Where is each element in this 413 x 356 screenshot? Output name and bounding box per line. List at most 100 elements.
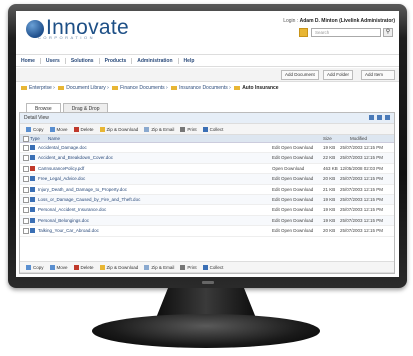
nav-help[interactable]: Help	[179, 58, 200, 64]
zip-email-button[interactable]: Zip & Email	[144, 264, 175, 270]
collect-button[interactable]: Collect	[202, 126, 223, 132]
file-size: 19 KB	[323, 207, 336, 213]
search-button[interactable]: ⚲	[383, 28, 393, 37]
row-checkbox[interactable]	[23, 196, 29, 203]
file-name[interactable]: Injury_Death_and_Damage_to_Property.doc	[38, 185, 127, 194]
zip-email-label: Zip & Email	[151, 264, 175, 270]
breadcrumb-insurance-documents[interactable]: Insurance Documents	[179, 85, 228, 91]
row-checkbox[interactable]	[23, 145, 29, 151]
file-actions[interactable]: Edit Open Download	[272, 195, 313, 204]
print-button[interactable]: Print	[180, 126, 197, 132]
file-name[interactable]: CarInsurancePolicy.pdf	[38, 164, 84, 173]
file-name[interactable]: Accident_and_Breakdown_Cover.doc	[38, 153, 113, 162]
file-actions[interactable]: Edit Open Download	[272, 153, 313, 162]
breadcrumb-enterprise[interactable]: Enterprise	[29, 85, 52, 91]
file-actions[interactable]: Edit Open Download	[272, 143, 313, 152]
file-name[interactable]: Personal_Accident_Insurance.doc	[38, 205, 106, 214]
col-type[interactable]: Type	[30, 135, 40, 142]
table-row[interactable]: Accidental_Damage.doc Edit Open Download 1…	[20, 143, 394, 154]
row-checkbox[interactable]	[23, 155, 29, 162]
move-icon	[49, 126, 55, 132]
file-name[interactable]: Free_Legal_Advice.doc	[38, 174, 85, 183]
table-row[interactable]: Talking_Your_Car_Abroad.doc Edit Open Dow…	[20, 226, 394, 237]
breadcrumb-document-library[interactable]: Document Library	[66, 85, 105, 91]
file-name[interactable]: Accidental_Damage.doc	[38, 143, 87, 152]
table-row[interactable]: Personal_Accident_Insurance.doc Edit Open…	[20, 205, 394, 216]
file-name[interactable]: Loss_or_Damage_Caused_by_Fire_and_Theft.…	[38, 195, 140, 204]
file-name[interactable]: Talking_Your_Car_Abroad.doc	[38, 226, 99, 235]
word-file-icon	[30, 186, 35, 192]
file-size: 463 KB	[323, 165, 338, 171]
delete-label: Delete	[80, 264, 94, 270]
row-checkbox[interactable]	[23, 186, 29, 193]
copy-label: Copy	[33, 264, 44, 270]
add-item-select[interactable]: Add Item	[361, 70, 395, 80]
folder-icon	[171, 85, 178, 90]
zip-download-button[interactable]: Zip & Download	[99, 264, 138, 270]
table-row[interactable]: CarInsurancePolicy.pdf Open Download 463 K…	[20, 164, 394, 175]
row-checkbox[interactable]	[23, 165, 29, 172]
breadcrumb-finance-documents[interactable]: Finance Documents	[120, 85, 164, 91]
table-row[interactable]: Accident_and_Breakdown_Cover.doc Edit Ope…	[20, 153, 394, 164]
table-row[interactable]: Free_Legal_Advice.doc Edit Open Download 2…	[20, 174, 394, 185]
copy-button[interactable]: Copy	[26, 126, 44, 132]
monitor-brand-badge	[202, 281, 214, 284]
login-user[interactable]: Adam D. Minton (Livelink Administrator)	[300, 18, 395, 24]
add-folder-button[interactable]: Add Folder	[323, 70, 354, 80]
nav-users[interactable]: Users	[41, 57, 66, 64]
panel-header: Detail View	[20, 113, 394, 123]
search-input[interactable]: Search	[311, 28, 381, 37]
row-checkbox[interactable]	[23, 217, 29, 224]
delete-label: Delete	[80, 126, 94, 132]
word-file-icon	[30, 145, 35, 150]
file-size: 21 KB	[323, 186, 336, 192]
table-row[interactable]: Injury_Death_and_Damage_to_Property.doc E…	[20, 185, 394, 195]
word-file-icon	[30, 176, 35, 182]
print-button[interactable]: Print	[180, 264, 197, 270]
file-actions[interactable]: Edit Open Download	[272, 216, 313, 225]
zip-download-button[interactable]: Zip & Download	[99, 126, 138, 132]
delete-button[interactable]: Delete	[73, 126, 94, 132]
move-button[interactable]: Move	[49, 264, 68, 270]
zip-email-button[interactable]: Zip & Email	[144, 126, 174, 132]
copy-button[interactable]: Copy	[26, 264, 44, 270]
col-size[interactable]: Size	[323, 135, 332, 142]
thumb-view-icon[interactable]	[385, 115, 390, 120]
table-row[interactable]: Personal_Belongings.doc Edit Open Downloa…	[20, 215, 394, 227]
move-button[interactable]: Move	[49, 126, 68, 132]
nav-products[interactable]: Products	[100, 57, 133, 64]
delete-button[interactable]: Delete	[73, 264, 94, 270]
nav-solutions[interactable]: Solutions	[66, 57, 100, 64]
email-icon	[144, 126, 150, 132]
nav-administration[interactable]: Administration	[132, 57, 179, 64]
action-bar: Copy Move Delete Zip & Download Zip & Em…	[20, 123, 394, 135]
file-size: 19 KB	[323, 217, 336, 223]
file-modified: 25/07/2003 12:15 PM	[340, 228, 384, 234]
table-row[interactable]: Loss_or_Damage_Caused_by_Fire_and_Theft.…	[20, 194, 394, 206]
collect-button[interactable]: Collect	[202, 264, 223, 270]
col-name[interactable]: Name	[48, 135, 60, 142]
list-view-icon[interactable]	[369, 115, 374, 120]
row-checkbox[interactable]	[23, 207, 29, 214]
row-checkbox[interactable]	[23, 176, 29, 183]
file-actions[interactable]: Edit Open Download	[272, 226, 313, 235]
file-actions[interactable]: Edit Open Download	[272, 185, 313, 194]
search-scope-icon[interactable]	[299, 28, 308, 37]
copy-label: Copy	[33, 126, 44, 132]
logo-subtitle: CORPORATION	[38, 35, 95, 40]
add-document-button[interactable]: Add Document	[281, 70, 319, 80]
select-all-checkbox[interactable]	[23, 136, 29, 142]
nav-home[interactable]: Home	[16, 57, 41, 64]
view-switcher	[366, 115, 390, 120]
login-prefix: Login :	[283, 18, 299, 24]
file-name[interactable]: Personal_Belongings.doc	[38, 216, 89, 225]
collect-icon	[202, 264, 208, 270]
col-modified[interactable]: Modified	[350, 135, 367, 142]
grid-view-icon[interactable]	[377, 115, 382, 120]
row-checkbox[interactable]	[23, 228, 29, 235]
file-actions[interactable]: Edit Open Download	[272, 205, 313, 214]
file-actions[interactable]: Edit Open Download	[272, 174, 313, 183]
file-size: 22 KB	[323, 155, 336, 161]
zip-icon	[99, 126, 105, 132]
file-actions[interactable]: Open Download	[272, 164, 304, 173]
